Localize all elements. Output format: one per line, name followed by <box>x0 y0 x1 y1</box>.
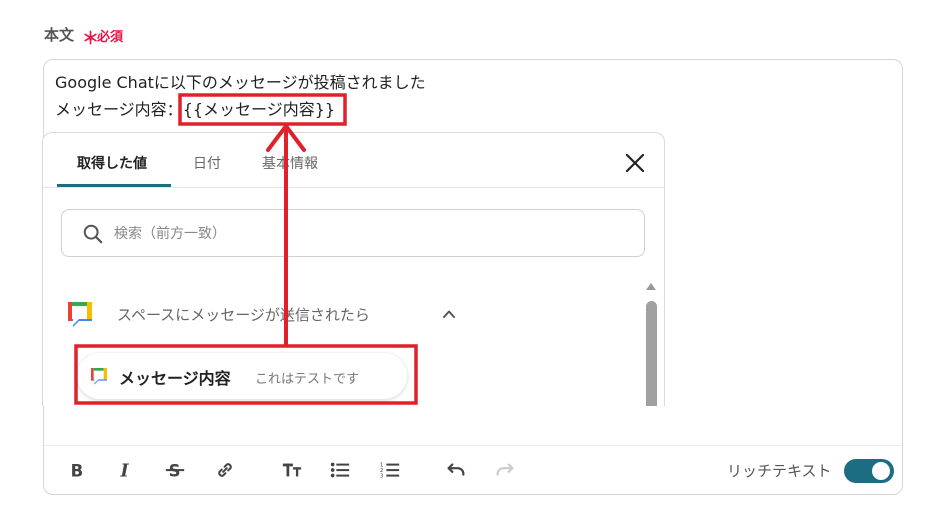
editor-line-2[interactable]: メッセージ内容：{{メッセージ内容}} <box>55 96 335 120</box>
trigger-group-title: スペースにメッセージが送信されたら <box>117 306 370 324</box>
text-size-icon[interactable] <box>279 457 305 483</box>
search-icon <box>83 224 103 244</box>
tab-date[interactable]: 日付 <box>193 153 221 173</box>
link-icon[interactable] <box>212 457 238 483</box>
close-icon[interactable] <box>623 151 647 175</box>
google-chat-icon <box>91 368 107 385</box>
chip-sample-value: これはテストです <box>255 372 360 387</box>
numbered-list-icon[interactable]: 123 <box>377 457 403 483</box>
rich-text-label: リッチテキスト <box>727 462 832 480</box>
scrollbar-thumb[interactable] <box>646 301 657 406</box>
toggle-knob <box>872 462 890 480</box>
strikethrough-icon[interactable]: S <box>162 457 188 483</box>
trigger-group-header[interactable]: スペースにメッセージが送信されたら <box>65 297 485 331</box>
message-content-chip[interactable]: メッセージ内容 これはテストです <box>77 353 407 399</box>
svg-text:B: B <box>71 461 84 480</box>
rich-text-toggle[interactable] <box>844 459 894 483</box>
chevron-up-icon[interactable] <box>441 306 457 322</box>
svg-text:I: I <box>120 461 130 481</box>
bullet-list-icon[interactable] <box>327 457 353 483</box>
tab-basic-info[interactable]: 基本情報 <box>262 153 318 173</box>
redo-icon[interactable] <box>492 457 518 483</box>
message-variable[interactable]: {{メッセージ内容}} <box>183 100 335 119</box>
editor-line-2-prefix: メッセージ内容： <box>55 100 183 119</box>
undo-icon[interactable] <box>443 457 469 483</box>
tab-divider <box>43 187 664 188</box>
editor-line-1[interactable]: Google Chatに以下のメッセージが投稿されました <box>55 69 426 93</box>
tab-acquired-values[interactable]: 取得した値 <box>77 153 147 173</box>
bold-icon[interactable]: B <box>64 457 90 483</box>
search-field[interactable] <box>61 209 645 257</box>
svg-text:3: 3 <box>380 473 384 479</box>
google-chat-icon <box>68 302 92 327</box>
scroll-up-arrow[interactable] <box>646 283 656 290</box>
required-text: 必須 <box>97 30 124 45</box>
chip-label: メッセージ内容 <box>119 369 231 388</box>
variable-picker-panel: 取得した値 日付 基本情報 スペースにメッセージが送信されたら メッセージ内容 … <box>42 132 665 406</box>
field-label: 本文 <box>44 26 75 44</box>
toolbar-divider <box>44 445 902 446</box>
search-input[interactable] <box>112 220 616 248</box>
italic-icon[interactable]: I <box>113 457 139 483</box>
